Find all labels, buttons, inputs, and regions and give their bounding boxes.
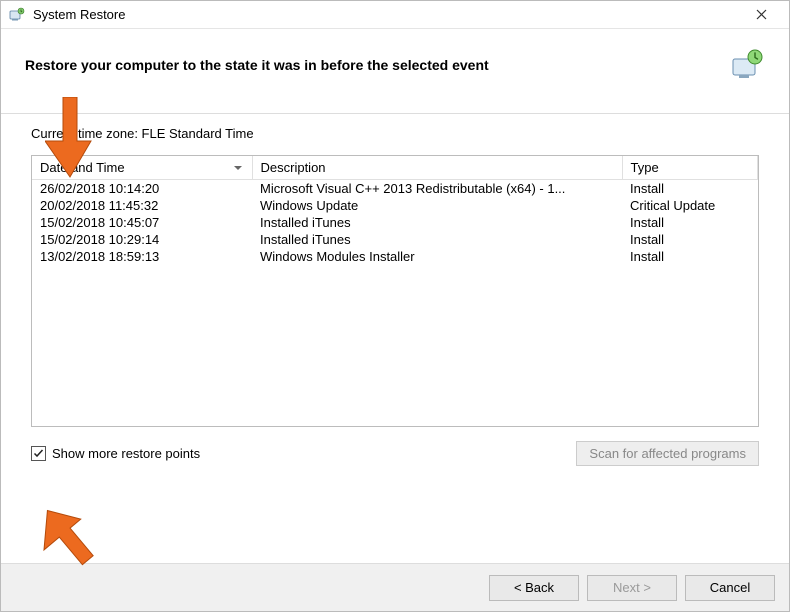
cell-desc: Installed iTunes <box>252 214 622 231</box>
restore-points-table[interactable]: Date and Time Description Type 26/02/201… <box>31 155 759 427</box>
scan-affected-button: Scan for affected programs <box>576 441 759 466</box>
timezone-label: Current time zone: FLE Standard Time <box>31 126 759 141</box>
cell-desc: Windows Update <box>252 197 622 214</box>
cell-date: 26/02/2018 10:14:20 <box>32 180 252 198</box>
window-title: System Restore <box>33 7 739 22</box>
cell-type: Critical Update <box>622 197 758 214</box>
cell-desc: Installed iTunes <box>252 231 622 248</box>
cell-desc: Microsoft Visual C++ 2013 Redistributabl… <box>252 180 622 198</box>
close-button[interactable] <box>739 2 783 28</box>
arrow-annotation-bottom <box>34 501 102 569</box>
cell-type: Install <box>622 248 758 265</box>
cell-type: Install <box>622 214 758 231</box>
next-button: Next > <box>587 575 677 601</box>
cancel-button[interactable]: Cancel <box>685 575 775 601</box>
show-more-checkbox[interactable]: Show more restore points <box>31 446 200 461</box>
header-text: Restore your computer to the state it wa… <box>25 57 729 73</box>
divider <box>1 113 789 114</box>
wizard-footer: < Back Next > Cancel <box>1 563 789 611</box>
cell-date: 15/02/2018 10:45:07 <box>32 214 252 231</box>
table-row[interactable]: 15/02/2018 10:29:14Installed iTunesInsta… <box>32 231 758 248</box>
column-header-type[interactable]: Type <box>622 156 758 180</box>
restore-header-icon <box>729 47 765 83</box>
column-header-date[interactable]: Date and Time <box>32 156 252 180</box>
table-row[interactable]: 26/02/2018 10:14:20Microsoft Visual C++ … <box>32 180 758 198</box>
table-row[interactable]: 13/02/2018 18:59:13Windows Modules Insta… <box>32 248 758 265</box>
cell-type: Install <box>622 180 758 198</box>
cell-date: 15/02/2018 10:29:14 <box>32 231 252 248</box>
header: Restore your computer to the state it wa… <box>1 29 789 113</box>
show-more-label: Show more restore points <box>52 446 200 461</box>
table-row[interactable]: 15/02/2018 10:45:07Installed iTunesInsta… <box>32 214 758 231</box>
cell-date: 13/02/2018 18:59:13 <box>32 248 252 265</box>
titlebar: System Restore <box>1 1 789 29</box>
column-header-description[interactable]: Description <box>252 156 622 180</box>
cell-type: Install <box>622 231 758 248</box>
back-button[interactable]: < Back <box>489 575 579 601</box>
cell-desc: Windows Modules Installer <box>252 248 622 265</box>
checkbox-icon <box>31 446 46 461</box>
system-restore-icon <box>7 5 27 25</box>
cell-date: 20/02/2018 11:45:32 <box>32 197 252 214</box>
table-row[interactable]: 20/02/2018 11:45:32Windows UpdateCritica… <box>32 197 758 214</box>
